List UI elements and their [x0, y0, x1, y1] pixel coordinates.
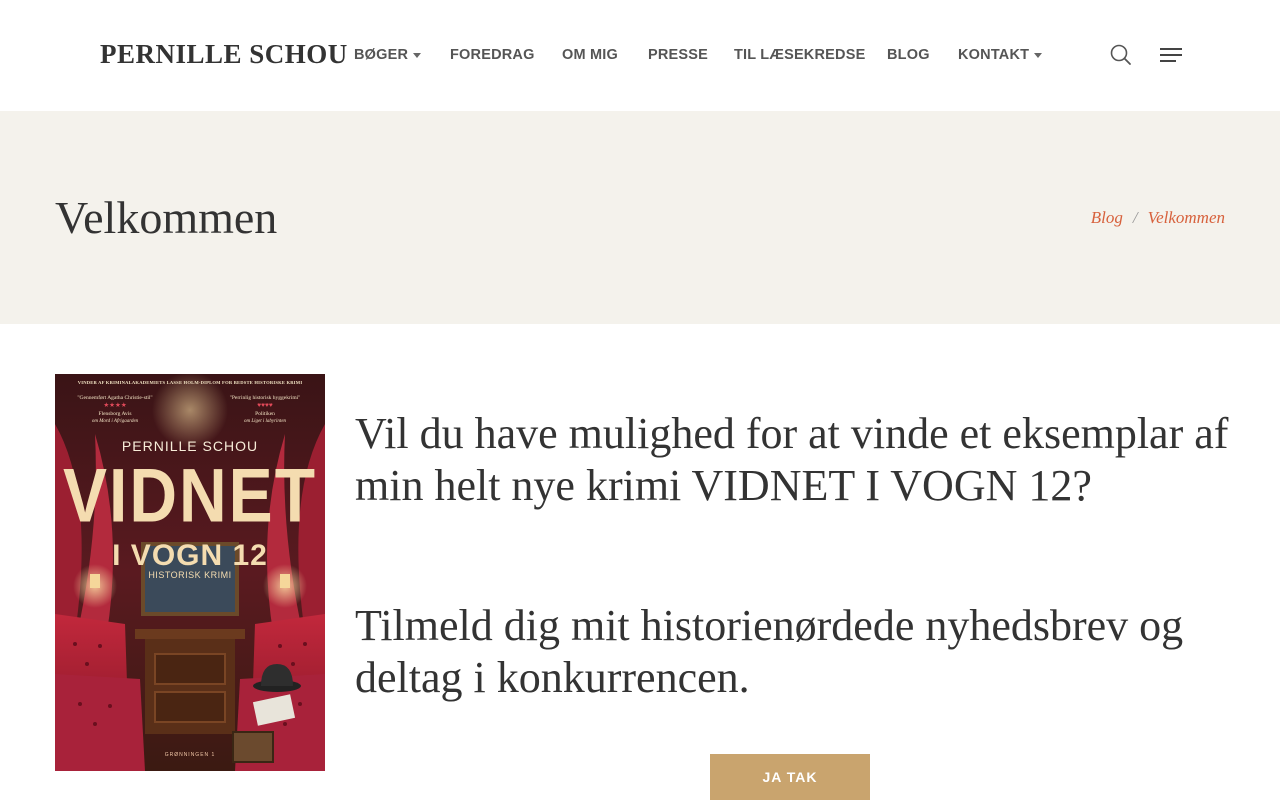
nav-label: PRESSE	[648, 47, 709, 63]
breadcrumb-link-blog[interactable]: Blog	[1091, 207, 1123, 229]
nav-label: KONTAKT	[958, 47, 1030, 63]
page-title: Velkommen	[55, 192, 278, 243]
cover-title-line2: I VOGN 12	[112, 539, 268, 572]
main-nav: BØGER FOREDRAG OM MIG PRESSE TIL LÆSEKRE…	[0, 44, 1280, 66]
nav-item-boger[interactable]: BØGER	[354, 44, 422, 66]
nav-item-presse[interactable]: PRESSE	[648, 44, 708, 66]
nav-item-kontakt[interactable]: KONTAKT	[958, 44, 1043, 66]
nav-label: BØGER	[354, 47, 409, 63]
book-cover-image[interactable]: VINDER AF KRIMINALAKADEMIETS LASSE HOLM-…	[55, 374, 325, 771]
nav-item-blog[interactable]: BLOG	[887, 44, 930, 66]
cover-review-left: "Gennemført Agatha Christie-stil" ★★★★ F…	[65, 394, 165, 426]
search-icon[interactable]	[1108, 42, 1134, 68]
cover-review-right: "Perrinlig historisk hyggekrimi" ♥♥♥♥ Po…	[215, 394, 315, 426]
site-header: PERNILLE SCHOU BØGER FOREDRAG OM MIG PRE…	[0, 0, 1280, 111]
nav-label: OM MIG	[562, 47, 618, 63]
nav-item-om-mig[interactable]: OM MIG	[562, 44, 618, 66]
breadcrumb-current: Velkommen	[1147, 208, 1225, 227]
cover-genre: HISTORISK KRIMI	[148, 570, 232, 580]
cover-rating-stars: ★★★★	[103, 402, 127, 409]
cover-top-line: VINDER AF KRIMINALAKADEMIETS LASSE HOLM-…	[77, 380, 303, 385]
chevron-down-icon	[1034, 53, 1043, 58]
promo-headline: Vil du have mulighed for at vinde et eks…	[355, 409, 1229, 510]
hamburger-menu-icon[interactable]	[1158, 42, 1184, 68]
nav-label: BLOG	[887, 47, 930, 63]
cover-rating-hearts: ♥♥♥♥	[257, 402, 273, 409]
nav-item-til-laesekredse[interactable]: TIL LÆSEKREDSE	[734, 44, 865, 66]
breadcrumb-separator: /	[1132, 208, 1138, 227]
nav-label: FOREDRAG	[450, 47, 535, 63]
page-title-banner: Velkommen Blog / Velkommen	[0, 111, 1280, 324]
cover-source: Flensborg Avis	[98, 411, 132, 417]
cover-title-line1: VIDNET	[62, 452, 318, 538]
cover-source-sub: om Liget i labyrinten	[243, 419, 287, 424]
cover-quote: "Gennemført Agatha Christie-stil"	[77, 395, 153, 401]
breadcrumb: Blog / Velkommen	[1091, 207, 1225, 229]
cover-publisher: GRØNNINGEN 1	[164, 752, 216, 758]
cover-source: Politiken	[255, 411, 275, 417]
cover-quote: "Perrinlig historisk hyggekrimi"	[229, 395, 301, 401]
ja-tak-button[interactable]: JA TAK	[710, 754, 870, 800]
nav-item-foredrag[interactable]: FOREDRAG	[450, 44, 535, 66]
cover-source-sub: om Mord i Afrigaarden	[91, 419, 139, 424]
chevron-down-icon	[413, 53, 422, 58]
nav-label: TIL LÆSEKREDSE	[734, 47, 866, 63]
promo-subline: Tilmeld dig mit historienørdede nyhedsbr…	[355, 601, 1184, 702]
